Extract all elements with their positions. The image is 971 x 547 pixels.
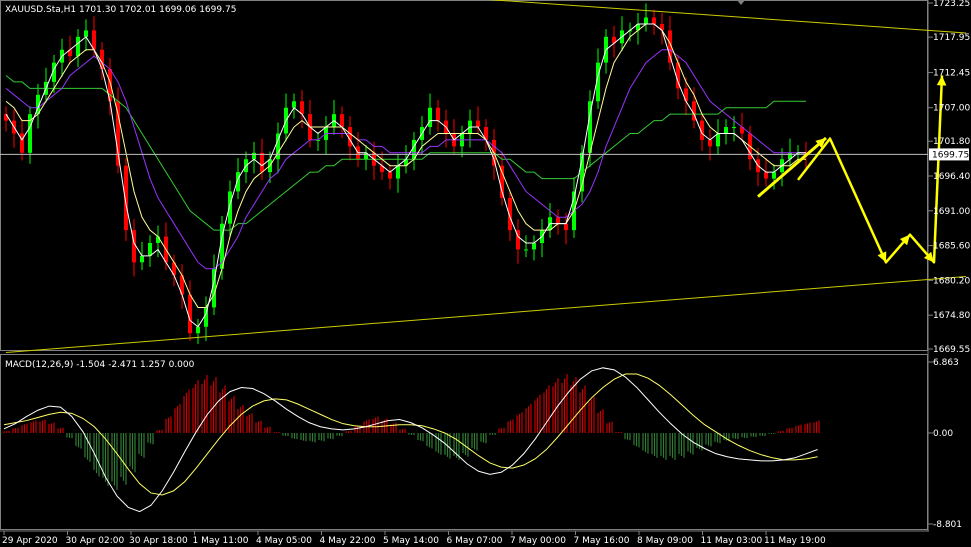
price-tick-label: 1723.25 (933, 0, 970, 9)
candle-body (524, 249, 528, 251)
candle-body (348, 127, 352, 147)
candle-body (300, 101, 304, 115)
candle-body (564, 223, 568, 231)
candle-body (388, 172, 392, 179)
candle-body (204, 307, 208, 327)
price-tick-label: 1674.80 (933, 311, 970, 321)
price-tick-label: 1717.95 (933, 33, 970, 43)
time-tick-label: 1 May 11:00 (193, 536, 249, 546)
candle-body (76, 36, 80, 57)
price-tick-label: 1701.80 (933, 137, 970, 147)
time-tick-label: 6 May 07:00 (447, 536, 503, 546)
candle-body (724, 127, 728, 134)
candle-body (260, 152, 264, 173)
time-tick-label: 30 Apr 18:00 (129, 536, 188, 546)
price-tick-label: 1669.55 (933, 345, 970, 355)
main-plot-frame (0, 0, 928, 351)
time-tick-label: 4 May 05:00 (256, 536, 312, 546)
candle-body (252, 152, 256, 160)
candle-body (764, 172, 768, 179)
candle-body (436, 107, 440, 121)
price-tick-label: 1696.40 (933, 172, 970, 182)
candle-body (228, 191, 232, 224)
time-tick-label: 8 May 09:00 (637, 536, 693, 546)
main-chart-title: XAUUSD.Sta,H1 1701.30 1702.01 1699.06 16… (5, 5, 236, 15)
candle-body (188, 294, 192, 334)
time-tick-label: 11 May 03:00 (701, 536, 763, 546)
macd-tick-label: -8.801 (933, 520, 962, 530)
candle-body (140, 255, 144, 263)
price-tick-label: 1707.00 (933, 104, 970, 114)
candle-body (644, 17, 648, 24)
candle-body (708, 139, 712, 147)
candle-body (84, 30, 88, 37)
current-price-label: 1699.75 (932, 150, 969, 160)
time-tick-label: 7 May 00:00 (510, 536, 566, 546)
time-tick-label: 30 Apr 02:00 (66, 536, 125, 546)
time-tick-label: 29 Apr 2020 (2, 536, 58, 546)
candle-body (476, 120, 480, 128)
price-tick-label: 1712.45 (933, 69, 970, 79)
candle-body (20, 133, 24, 153)
candle-body (684, 88, 688, 102)
candle-body (340, 114, 344, 128)
candle-body (532, 243, 536, 250)
candle-body (396, 165, 400, 179)
macd-tick-label: 6.863 (933, 358, 959, 368)
candle-body (428, 107, 432, 128)
candle-body (652, 17, 656, 24)
time-tick-label: 7 May 16:00 (574, 536, 630, 546)
price-tick-label: 1691.00 (933, 207, 970, 217)
candle-body (716, 133, 720, 147)
candle-body (556, 217, 560, 224)
candle-body (4, 114, 8, 121)
candle-body (156, 236, 160, 244)
price-tick-label: 1680.20 (933, 276, 970, 286)
macd-tick-label: 0.00 (933, 429, 953, 439)
macd-chart-title: MACD(12,26,9) -1.504 -2.471 1.257 0.000 (5, 360, 195, 370)
candle-body (292, 101, 296, 108)
candle-body (732, 127, 736, 129)
price-chart: 1723.25 1717.95 1712.45 1707.00 1701.80 1696.… (0, 0, 970, 546)
time-tick-label: 4 May 22:00 (320, 536, 376, 546)
candle-body (196, 326, 200, 334)
candle-body (772, 172, 776, 179)
candle-body (148, 243, 152, 256)
time-tick-label: 11 May 19:00 (764, 536, 826, 546)
time-tick-label: 5 May 14:00 (383, 536, 439, 546)
price-tick-label: 1685.60 (933, 242, 970, 252)
